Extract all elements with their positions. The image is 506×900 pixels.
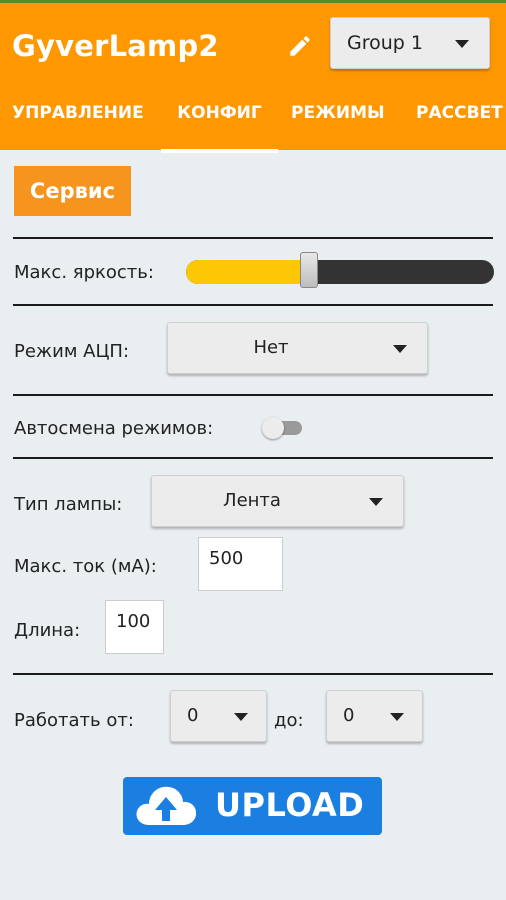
divider	[13, 394, 493, 396]
divider	[13, 304, 493, 306]
divider	[13, 457, 493, 459]
app-header: GyverLamp2 Group 1 УПРАВЛЕНИЕ КОНФИГ РЕЖ…	[0, 0, 506, 153]
divider	[13, 673, 493, 675]
slider-thumb[interactable]	[300, 252, 318, 288]
max-current-label: Макс. ток (мА):	[14, 556, 157, 577]
auto-change-toggle[interactable]	[262, 417, 304, 439]
group-select-value: Group 1	[347, 32, 423, 54]
tab-dawn[interactable]: РАССВЕТ	[416, 95, 503, 153]
tab-config[interactable]: КОНФИГ	[161, 95, 278, 153]
cloud-upload-icon	[136, 786, 197, 825]
tab-bar: УПРАВЛЕНИЕ КОНФИГ РЕЖИМЫ РАССВЕТ	[0, 95, 506, 153]
adc-mode-label: Режим АЦП:	[14, 341, 130, 362]
edit-pencil-icon[interactable]	[287, 33, 313, 59]
work-from-select[interactable]: 0	[170, 690, 267, 742]
slider-track	[186, 260, 494, 284]
upload-label: UPLOAD	[215, 786, 365, 824]
upload-button[interactable]: UPLOAD	[123, 777, 382, 835]
tab-control[interactable]: УПРАВЛЕНИЕ	[12, 95, 144, 153]
work-from-value: 0	[187, 705, 199, 726]
group-select[interactable]: Group 1	[330, 17, 490, 69]
chevron-down-icon	[455, 40, 469, 48]
chevron-down-icon	[369, 498, 383, 506]
slider-fill	[186, 260, 309, 284]
app-title: GyverLamp2	[12, 29, 219, 63]
lamp-type-label: Тип лампы:	[14, 494, 123, 515]
brightness-label: Макс. яркость:	[14, 262, 154, 283]
work-to-select[interactable]: 0	[326, 690, 423, 742]
brightness-slider[interactable]	[186, 252, 494, 288]
chevron-down-icon	[393, 345, 407, 353]
toggle-knob	[262, 417, 284, 439]
work-to-label: до:	[274, 710, 304, 731]
work-from-label: Работать от:	[14, 710, 134, 731]
divider	[13, 237, 493, 239]
max-current-input[interactable]: 500	[198, 537, 283, 591]
tab-modes[interactable]: РЕЖИМЫ	[291, 95, 385, 153]
length-label: Длина:	[14, 620, 81, 641]
adc-mode-select[interactable]: Нет	[167, 322, 428, 374]
auto-change-label: Автосмена режимов:	[14, 418, 214, 439]
length-input[interactable]: 100	[105, 600, 164, 654]
chevron-down-icon	[234, 713, 248, 721]
chevron-down-icon	[390, 713, 404, 721]
work-to-value: 0	[343, 705, 355, 726]
lamp-type-select[interactable]: Лента	[151, 475, 404, 527]
service-button[interactable]: Сервис	[14, 166, 131, 216]
lamp-type-value: Лента	[223, 490, 281, 511]
adc-mode-value: Нет	[253, 337, 289, 358]
